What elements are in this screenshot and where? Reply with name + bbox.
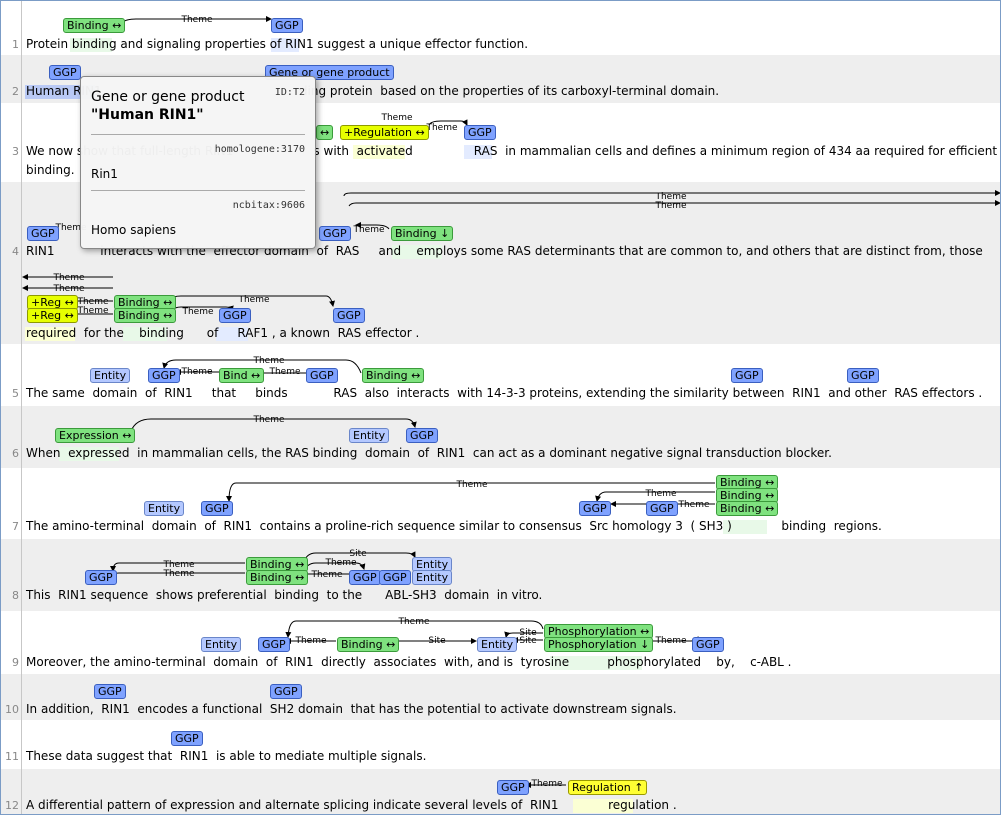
ggp-entity-box[interactable]: GGP <box>464 125 496 140</box>
ggp-entity-box[interactable]: GGP <box>319 226 351 241</box>
ggp-entity-box[interactable]: GGP <box>646 501 678 516</box>
svg-text:Theme: Theme <box>180 367 213 377</box>
svg-text:Theme: Theme <box>294 636 327 646</box>
binding-event-box[interactable]: Binding ↔ <box>114 308 177 323</box>
entity-tooltip: Gene or gene product "Human RIN1" ID:T2 … <box>80 76 316 249</box>
ggp-entity-box[interactable]: GGP <box>379 570 411 585</box>
svg-text:Theme: Theme <box>380 113 413 123</box>
entity-box[interactable]: Entity <box>412 570 453 585</box>
tooltip-type: Gene or gene product <box>91 89 245 105</box>
tooltip-value: Rin1 <box>91 167 118 181</box>
ggp-entity-box[interactable]: GGP <box>847 368 879 383</box>
ggp-entity-box[interactable]: GGP <box>201 501 233 516</box>
binding-event-box[interactable]: Binding ↔ <box>337 637 400 652</box>
ggp-entity-box[interactable]: GGP <box>148 368 180 383</box>
tooltip-name: "Human RIN1" <box>91 107 204 123</box>
svg-text:Theme: Theme <box>52 273 85 283</box>
ggp-entity-box[interactable]: GGP <box>271 18 303 33</box>
ggp-entity-box[interactable]: GGP <box>27 226 59 241</box>
tooltip-id: ID:T2 <box>274 87 305 98</box>
svg-text:Theme: Theme <box>76 306 109 316</box>
ggp-entity-box[interactable]: GGP <box>49 65 81 80</box>
svg-text:Theme: Theme <box>644 489 677 499</box>
positive-regulation-box[interactable]: +Regulation ↔ <box>340 125 429 140</box>
binding-event-box[interactable]: Binding ↔ <box>716 501 779 516</box>
ggp-entity-box[interactable]: GGP <box>270 684 302 699</box>
svg-text:Site: Site <box>519 636 537 646</box>
tooltip-ref: ncbitax:9606 <box>232 200 305 211</box>
arc-label: Theme <box>180 15 213 25</box>
svg-text:Theme: Theme <box>162 569 195 579</box>
svg-text:Theme: Theme <box>352 225 385 235</box>
ggp-entity-box[interactable]: GGP <box>333 308 365 323</box>
svg-text:Theme: Theme <box>530 779 563 789</box>
entity-box[interactable]: Entity <box>144 501 185 516</box>
ggp-entity-box[interactable]: GGP <box>731 368 763 383</box>
svg-text:Theme: Theme <box>654 636 687 646</box>
svg-text:Theme: Theme <box>268 367 301 377</box>
svg-text:Theme: Theme <box>397 617 430 627</box>
svg-text:Theme: Theme <box>252 356 285 366</box>
ggp-entity-box[interactable]: GGP <box>406 428 438 443</box>
ggp-entity-box[interactable]: GGP <box>306 368 338 383</box>
binding-event-box[interactable]: Binding ↔ <box>63 18 126 33</box>
ggp-entity-box[interactable]: GGP <box>692 637 724 652</box>
svg-text:Theme: Theme <box>181 307 214 317</box>
ggp-entity-box[interactable]: GGP <box>579 501 611 516</box>
tooltip-divider <box>91 134 305 135</box>
svg-text:Theme: Theme <box>677 500 710 510</box>
binding-event-box[interactable]: ↔ <box>316 125 334 140</box>
svg-text:Theme: Theme <box>52 284 85 294</box>
svg-text:Theme: Theme <box>654 201 687 211</box>
positive-regulation-box[interactable]: +Reg ↔ <box>27 308 78 323</box>
phosphorylation-event-box[interactable]: Phosphorylation ↓ <box>544 637 654 652</box>
ggp-entity-box[interactable]: GGP <box>219 308 251 323</box>
regulation-event-box[interactable]: Regulation ↑ <box>568 780 648 795</box>
svg-text:Theme: Theme <box>310 570 343 580</box>
ggp-entity-box[interactable]: GGP <box>171 731 203 746</box>
ggp-entity-box[interactable]: GGP <box>497 780 529 795</box>
ggp-entity-box[interactable]: GGP <box>85 570 117 585</box>
svg-text:Theme: Theme <box>455 480 488 490</box>
entity-box[interactable]: Entity <box>201 637 242 652</box>
tooltip-ref: homologene:3170 <box>214 144 305 155</box>
binding-event-box[interactable]: Binding ↓ <box>391 226 454 241</box>
tooltip-value: Homo sapiens <box>91 223 177 237</box>
svg-text:Theme: Theme <box>252 415 285 425</box>
svg-text:Theme: Theme <box>425 123 458 133</box>
entity-box[interactable]: Entity <box>349 428 390 443</box>
entity-box[interactable]: Entity <box>90 368 131 383</box>
entity-box[interactable]: Entity <box>477 637 518 652</box>
ggp-entity-box[interactable]: GGP <box>94 684 126 699</box>
svg-text:Site: Site <box>428 636 446 646</box>
ggp-entity-box[interactable]: GGP <box>258 637 290 652</box>
binding-event-box[interactable]: Binding ↔ <box>362 368 425 383</box>
binding-event-box[interactable]: Bind ↔ <box>219 368 265 383</box>
svg-text:Theme: Theme <box>324 558 357 568</box>
ggp-entity-box[interactable]: GGP <box>349 570 381 585</box>
binding-event-box[interactable]: Binding ↔ <box>246 570 309 585</box>
svg-text:Theme: Theme <box>237 295 270 305</box>
expression-event-box[interactable]: Expression ↔ <box>55 428 136 443</box>
annotation-canvas: 1 2 3 4 5 6 7 8 9 10 11 12 Protein bindi… <box>0 0 1001 815</box>
tooltip-divider <box>91 190 305 191</box>
